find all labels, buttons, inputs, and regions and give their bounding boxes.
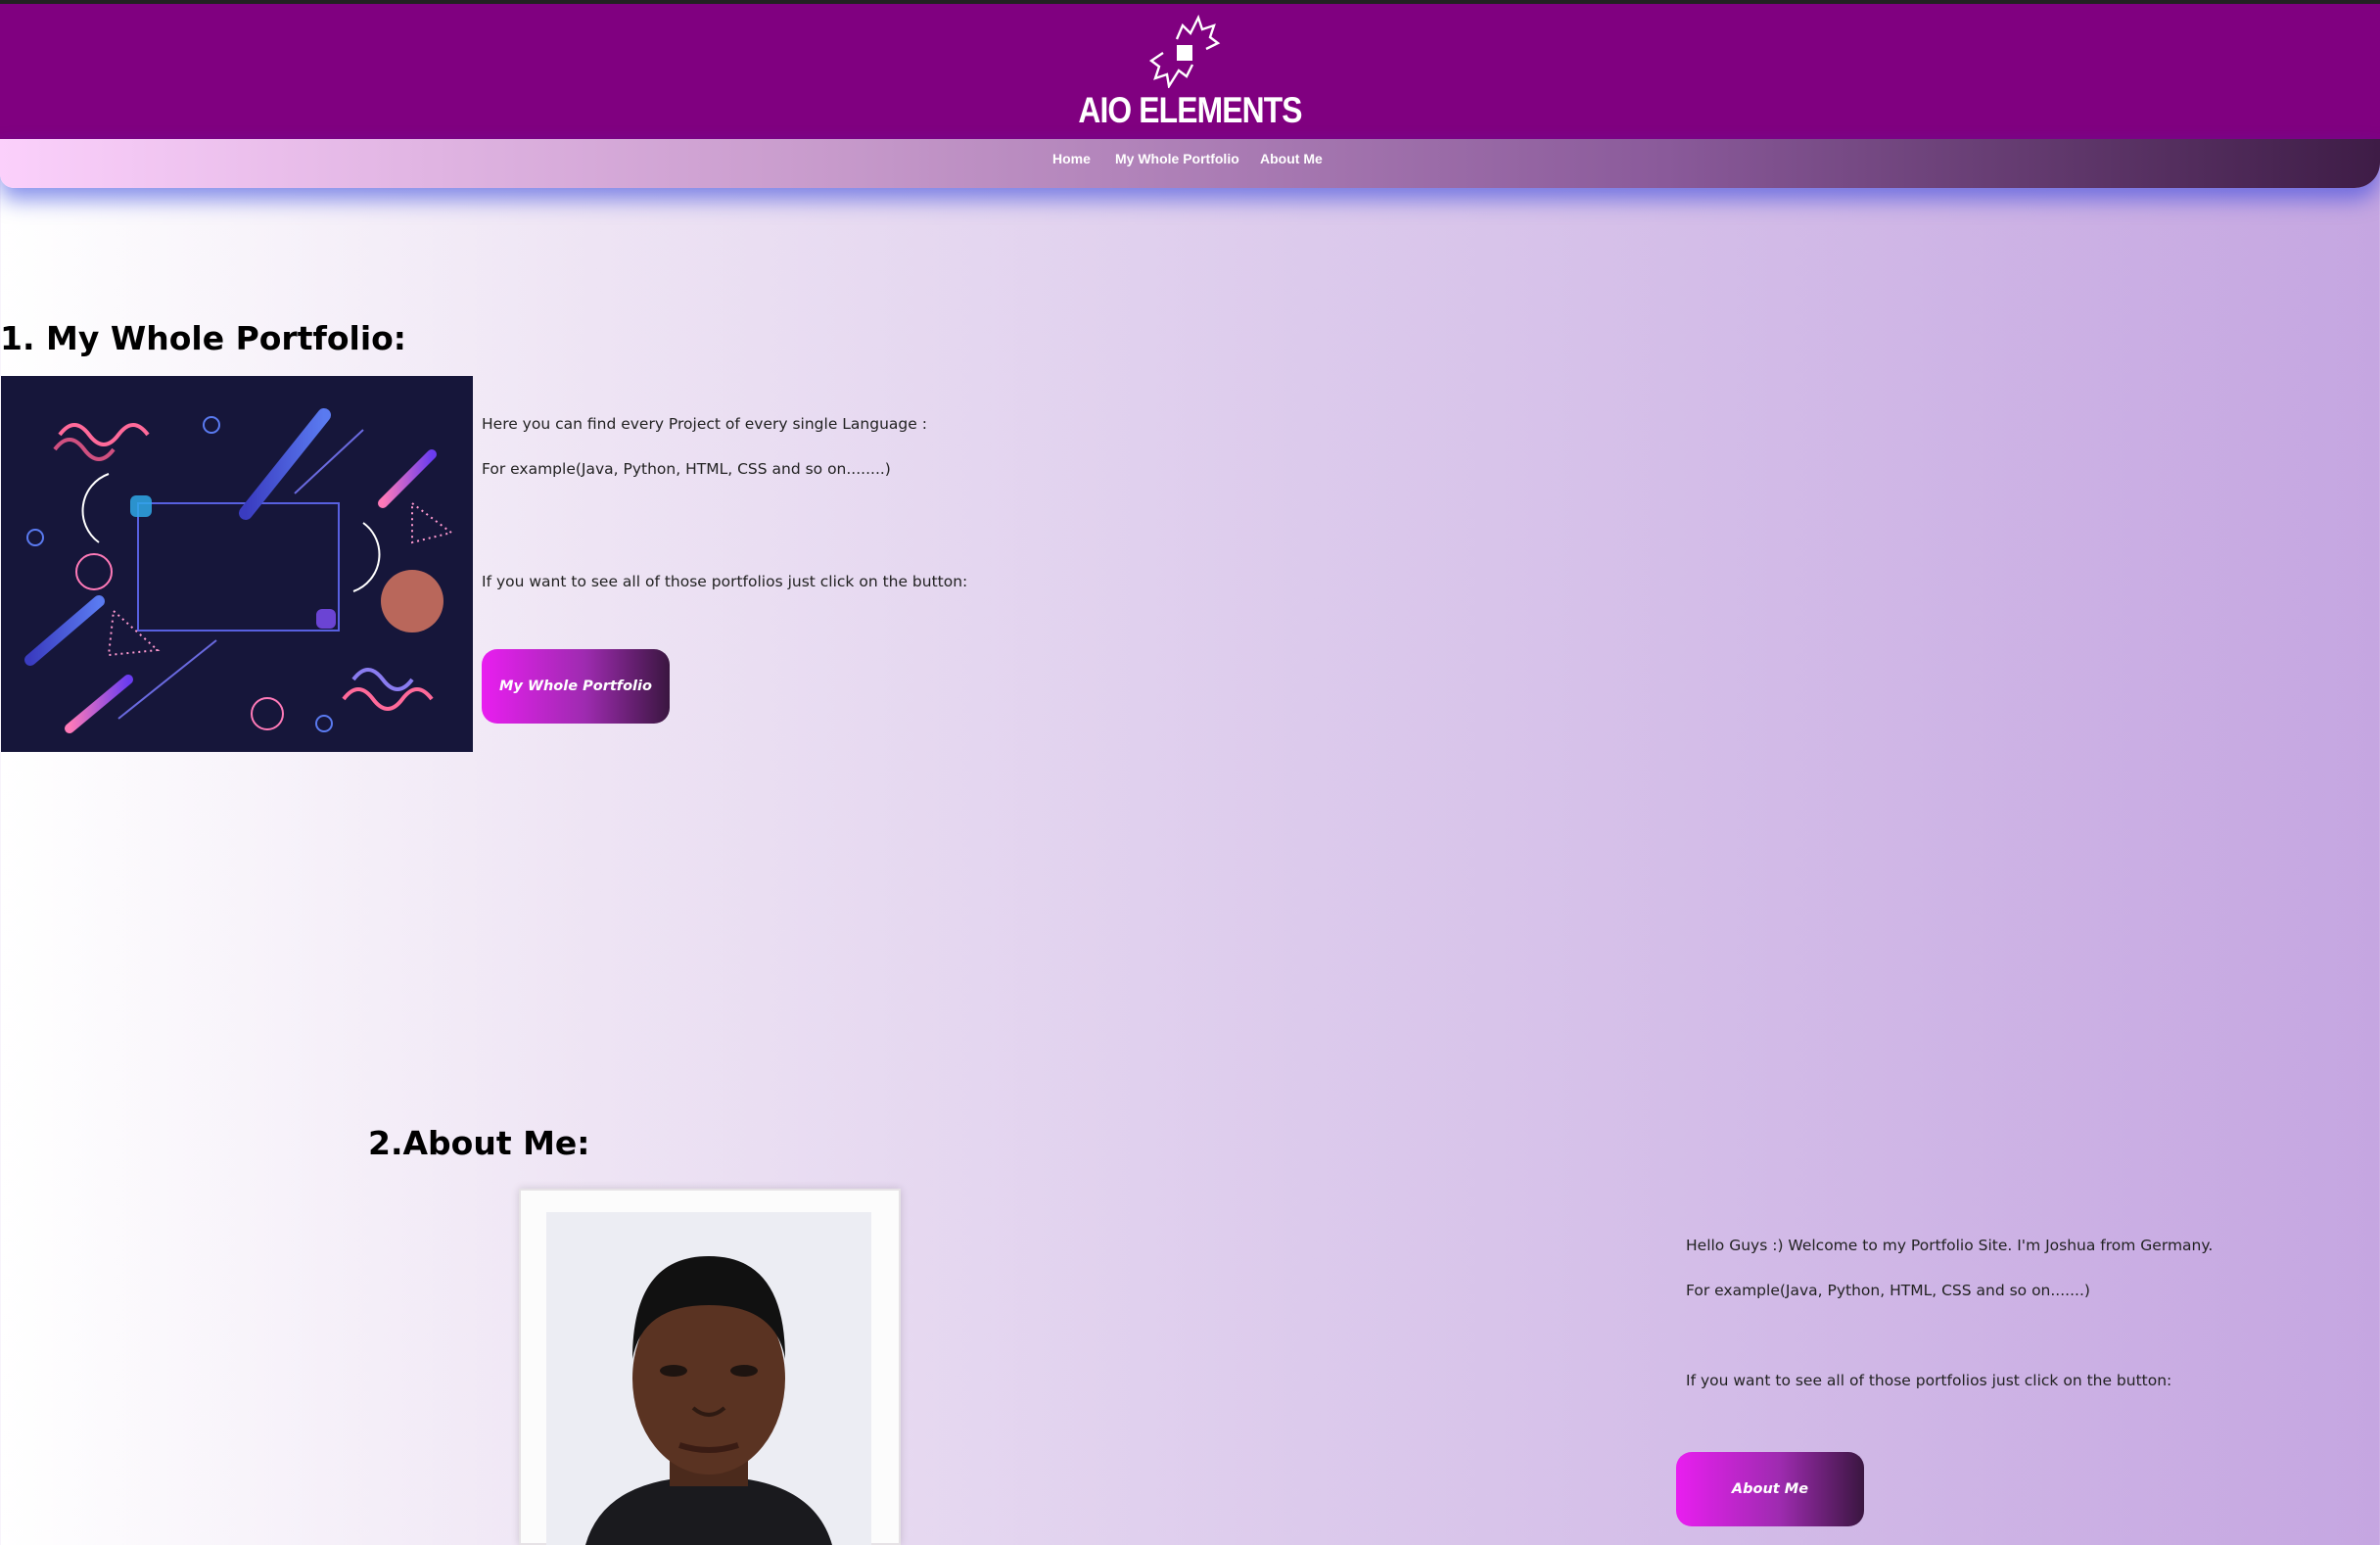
abstract-geometric-banner [1, 376, 473, 752]
portfolio-description-line1: Here you can find every Project of every… [482, 415, 927, 433]
about-me-button[interactable]: About Me [1676, 1452, 1864, 1526]
portrait-photo [546, 1212, 871, 1545]
my-whole-portfolio-button[interactable]: My Whole Portfolio [482, 649, 670, 724]
brand-title[interactable]: AIO ELEMENTS [166, 90, 2214, 131]
portfolio-description-line3: If you want to see all of those portfoli… [482, 573, 968, 590]
nav-about-link[interactable]: About Me [1260, 151, 1323, 166]
portfolio-section-title: 1. My Whole Portfolio: [0, 319, 406, 357]
portfolio-description-line2: For example(Java, Python, HTML, CSS and … [482, 460, 891, 478]
about-section-title: 2.About Me: [368, 1124, 590, 1162]
aio-elements-logo-icon[interactable] [1147, 14, 1222, 88]
about-description-line1: Hello Guys :) Welcome to my Portfolio Si… [1686, 1237, 2214, 1254]
site-header: AIO ELEMENTS [0, 4, 2380, 139]
portrait-frame [519, 1189, 901, 1545]
nav-portfolio-link[interactable]: My Whole Portfolio [1115, 151, 1239, 166]
about-description-line3: If you want to see all of those portfoli… [1686, 1372, 2172, 1389]
nav-home-link[interactable]: Home [1052, 151, 1091, 166]
main-navigation: Home My Whole Portfolio About Me [0, 139, 2380, 188]
about-description-line2: For example(Java, Python, HTML, CSS and … [1686, 1282, 2090, 1299]
